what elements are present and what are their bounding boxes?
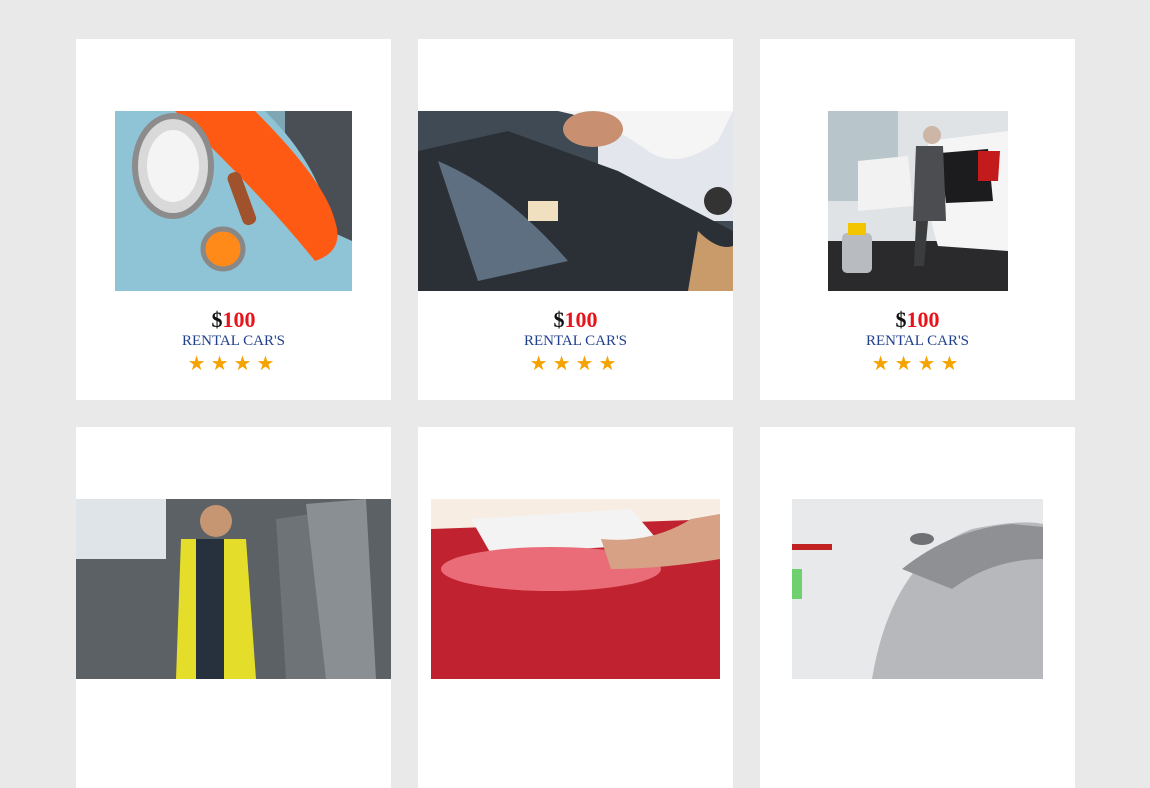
card-image[interactable] — [418, 111, 733, 291]
card-image[interactable] — [115, 111, 352, 291]
card-label: RENTAL CAR'S — [865, 333, 970, 349]
star-icon: ★ — [598, 353, 622, 375]
star-icon: ★ — [871, 353, 895, 375]
card-label: RENTAL CAR'S — [523, 333, 628, 349]
card-image[interactable] — [76, 499, 391, 679]
rating-stars: ★★★★ — [760, 353, 1075, 375]
price-amount: 100 — [564, 307, 598, 332]
rating-stars: ★★★★ — [76, 353, 391, 375]
price: $100 — [418, 307, 733, 333]
star-icon: ★ — [529, 353, 553, 375]
star-icon: ★ — [552, 353, 576, 375]
product-card[interactable] — [418, 427, 733, 788]
star-icon: ★ — [187, 353, 211, 375]
star-icon: ★ — [575, 353, 599, 375]
card-image[interactable] — [792, 499, 1043, 679]
price: $100 — [76, 307, 391, 333]
star-icon: ★ — [894, 353, 918, 375]
price-currency: $ — [211, 307, 223, 332]
product-card[interactable]: $100 RENTAL CAR'S ★★★★ — [76, 39, 391, 400]
product-card[interactable]: $100 RENTAL CAR'S ★★★★ — [418, 39, 733, 400]
card-image[interactable] — [431, 499, 720, 679]
star-icon: ★ — [233, 353, 257, 375]
card-image[interactable] — [828, 111, 1008, 291]
star-icon: ★ — [256, 353, 280, 375]
star-icon: ★ — [917, 353, 941, 375]
rating-stars: ★★★★ — [418, 353, 733, 375]
price-currency: $ — [895, 307, 907, 332]
product-card[interactable]: $100 RENTAL CAR'S ★★★★ — [760, 39, 1075, 400]
price: $100 — [760, 307, 1075, 333]
price-amount: 100 — [906, 307, 940, 332]
star-icon: ★ — [210, 353, 234, 375]
product-card[interactable] — [760, 427, 1075, 788]
card-label: RENTAL CAR'S — [181, 333, 286, 349]
price-currency: $ — [553, 307, 565, 332]
price-amount: 100 — [222, 307, 256, 332]
product-card[interactable] — [76, 427, 391, 788]
star-icon: ★ — [940, 353, 964, 375]
